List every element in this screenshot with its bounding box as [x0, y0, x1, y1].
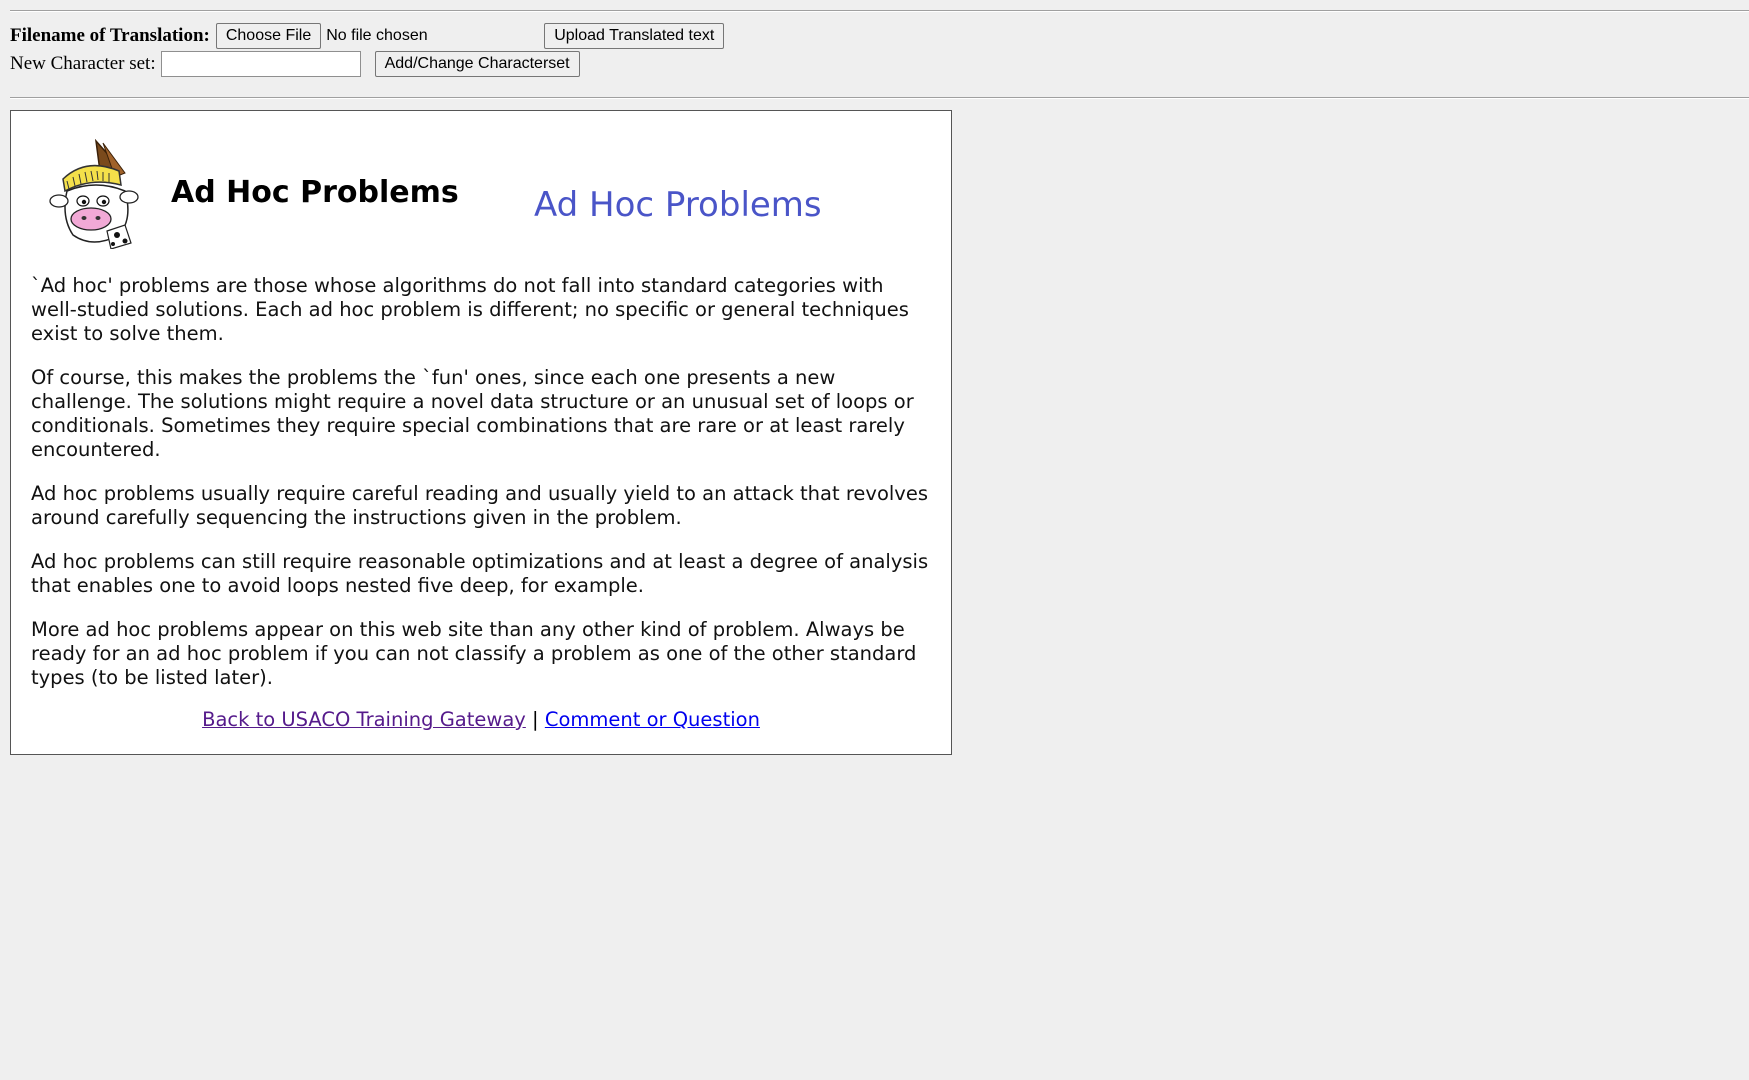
charset-label: New Character set:	[10, 53, 156, 74]
title-graphic-text: Ad Hoc Problems	[534, 185, 822, 225]
choose-file-button[interactable]: Choose File	[215, 23, 322, 49]
back-to-gateway-link[interactable]: Back to USACO Training Gateway	[202, 708, 526, 731]
paragraph: Ad hoc problems usually require careful …	[31, 482, 928, 529]
upload-translated-button[interactable]: Upload Translated text	[544, 23, 725, 49]
link-separator: |	[532, 708, 539, 731]
file-status-text: No file chosen	[326, 27, 428, 44]
charset-row: New Character set: Add/Change Characters…	[10, 50, 580, 78]
cow-knight-mascot-icon	[49, 139, 139, 249]
top-divider	[10, 10, 1749, 12]
filename-label: Filename of Translation:	[10, 25, 210, 46]
comment-or-question-link[interactable]: Comment or Question	[545, 708, 760, 731]
paragraph: More ad hoc problems appear on this web …	[31, 618, 917, 689]
article-body: `Ad hoc' problems are those whose algori…	[31, 274, 931, 710]
paragraph: Of course, this makes the problems the `…	[31, 366, 914, 461]
paragraph: Ad hoc problems can still require reason…	[31, 550, 929, 597]
footer-links: Back to USACO Training Gateway | Comment…	[11, 708, 951, 731]
paragraph: `Ad hoc' problems are those whose algori…	[31, 274, 909, 345]
charset-input[interactable]	[160, 51, 361, 77]
add-change-charset-button[interactable]: Add/Change Characterset	[374, 51, 580, 77]
page-title: Ad Hoc Problems	[171, 175, 459, 210]
upload-row: Filename of Translation: Choose File No …	[10, 22, 725, 50]
article-panel: Ad Hoc Problems Ad Hoc Problems `Ad hoc'…	[10, 110, 952, 755]
middle-divider	[10, 97, 1749, 99]
